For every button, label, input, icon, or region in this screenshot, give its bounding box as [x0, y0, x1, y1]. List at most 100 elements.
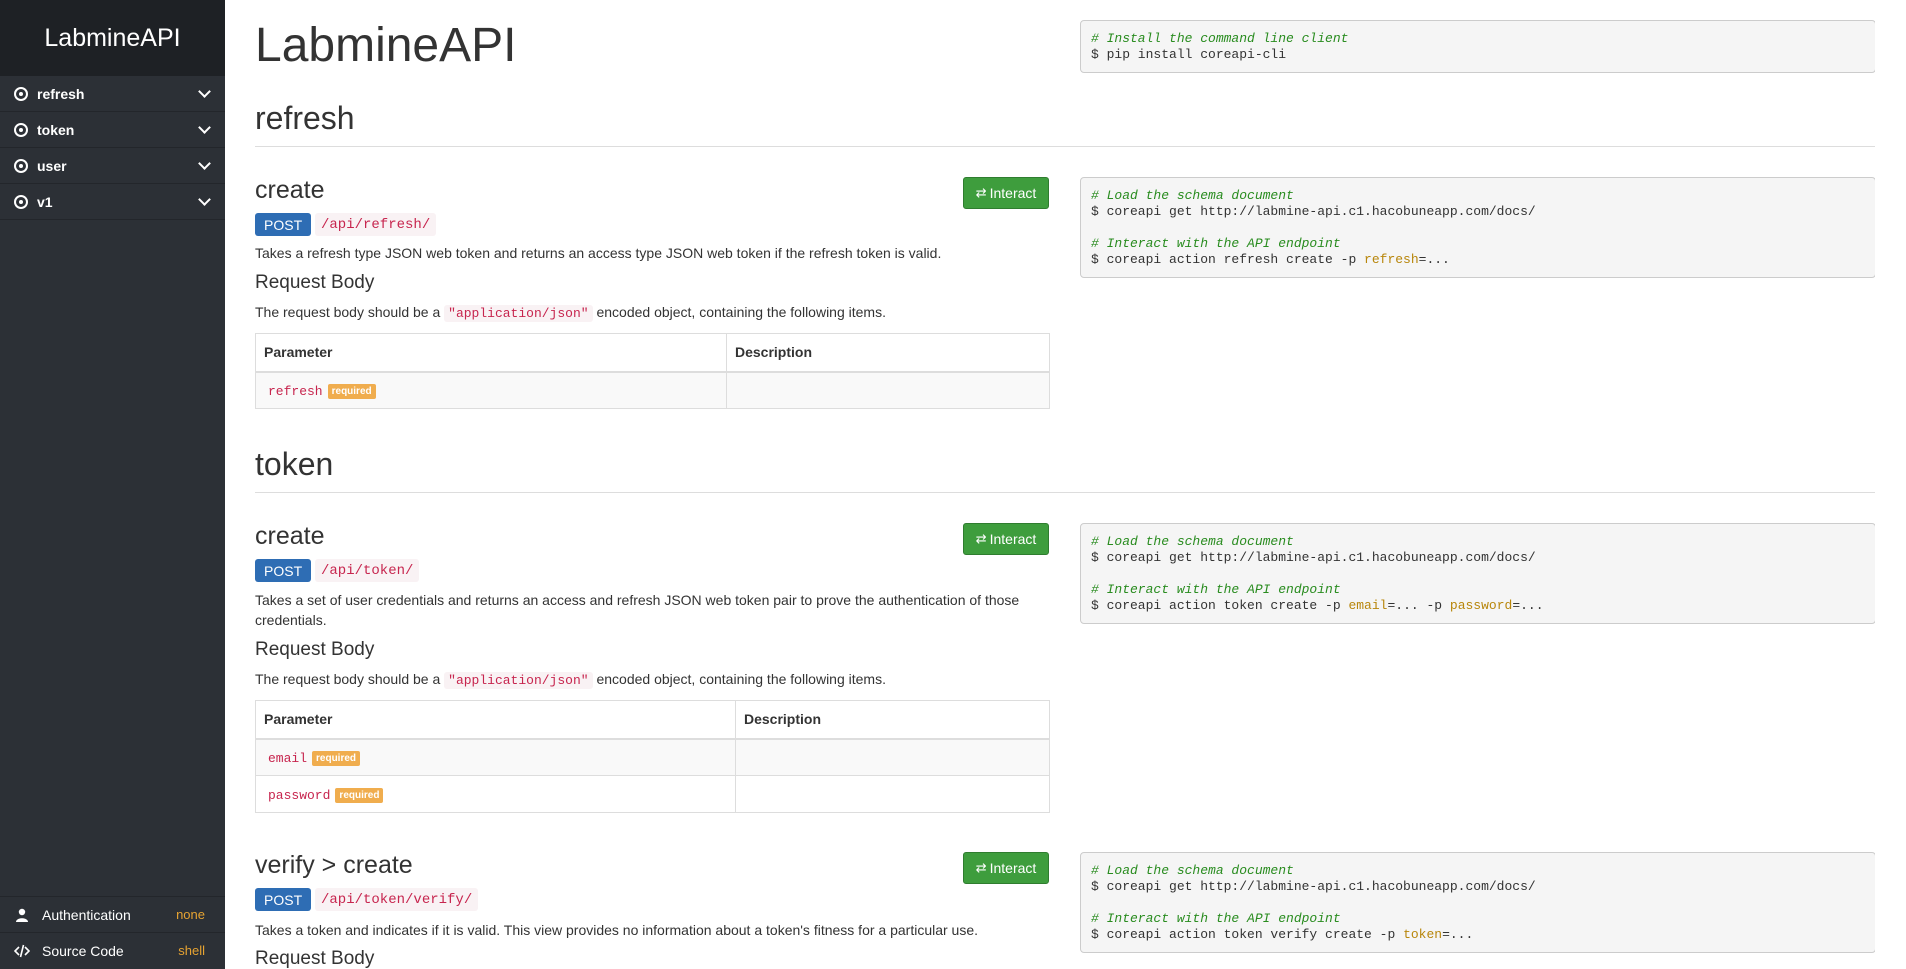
sidebar-item-token[interactable]: token: [0, 112, 225, 148]
parameter-description: [726, 371, 1050, 409]
exchange-icon: ⇄: [975, 860, 987, 875]
authentication-label: Authentication: [42, 906, 131, 923]
sidebar-item-user[interactable]: user: [0, 148, 225, 184]
table-row: refresh required: [255, 371, 1050, 409]
endpoint-title: create: [255, 176, 325, 204]
sidebar-item-label: refresh: [37, 85, 85, 102]
interact-label: Interact: [989, 185, 1037, 201]
required-badge: required: [327, 383, 376, 399]
request-body-suffix: encoded object, containing the following…: [596, 304, 886, 320]
request-body-text: The request body should be a "applicatio…: [255, 304, 886, 322]
interact-label: Interact: [989, 531, 1037, 547]
table-row: email required: [255, 738, 1050, 776]
code-command: $ coreapi get http://labmine-api.c1.haco…: [1091, 879, 1536, 894]
exchange-icon: ⇄: [975, 185, 987, 200]
request-body-type: "application/json": [444, 672, 593, 689]
interact-button[interactable]: ⇄ Interact: [963, 523, 1049, 555]
request-body-type: "application/json": [444, 305, 593, 322]
target-icon: [14, 86, 28, 101]
code-param: email: [1348, 598, 1388, 613]
code-param: password: [1449, 598, 1513, 613]
column-header-description: Description: [726, 333, 1050, 373]
parameter-description: [735, 738, 1050, 776]
sidebar-item-label: v1: [37, 193, 53, 210]
request-body-title: Request Body: [255, 948, 375, 969]
code-comment: # Interact with the API endpoint: [1091, 582, 1341, 597]
page-title: LabmineAPI: [255, 19, 517, 72]
endpoint-code-block: # Load the schema document $ coreapi get…: [1080, 523, 1875, 624]
section-divider: [255, 492, 1875, 493]
code-command: $ coreapi action token create -p: [1091, 598, 1349, 613]
code-comment: # Install the command line client: [1091, 31, 1349, 46]
parameter-name: refresh: [268, 383, 323, 399]
target-icon: [14, 158, 28, 173]
authentication-item[interactable]: Authentication none: [0, 896, 225, 932]
request-body-title: Request Body: [255, 639, 375, 660]
request-body-title: Request Body: [255, 272, 375, 293]
sidebar-item-label: user: [37, 157, 67, 174]
code-comment: # Load the schema document: [1091, 863, 1294, 878]
target-icon: [14, 194, 28, 209]
interact-button[interactable]: ⇄ Interact: [963, 177, 1049, 209]
parameter-name: password: [268, 787, 331, 803]
brand-title[interactable]: LabmineAPI: [0, 0, 225, 76]
source-code-label: Source Code: [42, 942, 124, 959]
source-code-value: shell: [178, 943, 205, 958]
chevron-down-icon: [198, 156, 211, 170]
method-badge: POST: [255, 888, 312, 911]
code-comment: # Interact with the API endpoint: [1091, 911, 1341, 926]
code-command: $ coreapi action refresh create -p: [1091, 252, 1365, 267]
request-body-prefix: The request body should be a: [255, 671, 441, 687]
endpoint-path: /api/token/verify/: [315, 888, 479, 911]
method-badge: POST: [255, 213, 312, 236]
table-row: password required: [255, 775, 1050, 813]
parameters-table: Parameter Description email required pass…: [255, 700, 1050, 813]
sidebar-item-refresh[interactable]: refresh: [0, 76, 225, 112]
main-content: LabmineAPI # Install the command line cl…: [255, 0, 1875, 969]
endpoint-path: /api/refresh/: [315, 213, 437, 236]
chevron-down-icon: [198, 192, 211, 206]
request-body-prefix: The request body should be a: [255, 304, 441, 320]
parameter-name: email: [268, 750, 308, 766]
code-comment: # Load the schema document: [1091, 534, 1294, 549]
code-comment: # Interact with the API endpoint: [1091, 236, 1341, 251]
authentication-value: none: [176, 907, 205, 922]
code-command: $ coreapi get http://labmine-api.c1.haco…: [1091, 204, 1536, 219]
section-title-refresh: refresh: [255, 100, 355, 136]
endpoint-description: Takes a refresh type JSON web token and …: [255, 245, 942, 261]
endpoint-title: verify > create: [255, 851, 413, 879]
target-icon: [14, 122, 28, 137]
column-header-parameter: Parameter: [255, 333, 727, 373]
install-code-block: # Install the command line client $ pip …: [1080, 20, 1875, 73]
endpoint-description: Takes a set of user credentials and retu…: [255, 592, 1020, 628]
section-title-token: token: [255, 446, 334, 482]
source-code-item[interactable]: Source Code shell: [0, 932, 225, 968]
user-icon: [14, 908, 30, 922]
required-badge: required: [312, 750, 361, 766]
chevron-down-icon: [198, 120, 211, 134]
code-command: $ coreapi get http://labmine-api.c1.haco…: [1091, 550, 1536, 565]
parameters-table: Parameter Description refresh required: [255, 333, 1050, 409]
code-command: $ coreapi action token verify create -p: [1091, 927, 1404, 942]
endpoint-code-block: # Load the schema document $ coreapi get…: [1080, 852, 1875, 953]
code-param: refresh: [1364, 252, 1419, 267]
sidebar: LabmineAPI refresh token user v1 Authent…: [0, 0, 225, 969]
column-header-parameter: Parameter: [255, 700, 736, 740]
sidebar-item-label: token: [37, 121, 75, 138]
method-badge: POST: [255, 559, 312, 582]
endpoint-description: Takes a token and indicates if it is val…: [255, 922, 979, 938]
chevron-down-icon: [198, 84, 211, 98]
parameter-description: [735, 775, 1050, 813]
section-divider: [255, 146, 1875, 147]
code-comment: # Load the schema document: [1091, 188, 1294, 203]
sidebar-item-v1[interactable]: v1: [0, 184, 225, 220]
request-body-text: The request body should be a "applicatio…: [255, 671, 886, 689]
column-header-description: Description: [735, 700, 1050, 740]
interact-label: Interact: [989, 860, 1037, 876]
code-icon: [14, 944, 30, 958]
request-body-suffix: encoded object, containing the following…: [596, 671, 886, 687]
interact-button[interactable]: ⇄ Interact: [963, 852, 1049, 884]
endpoint-title: create: [255, 522, 325, 550]
code-param: token: [1403, 927, 1443, 942]
required-badge: required: [335, 787, 384, 803]
